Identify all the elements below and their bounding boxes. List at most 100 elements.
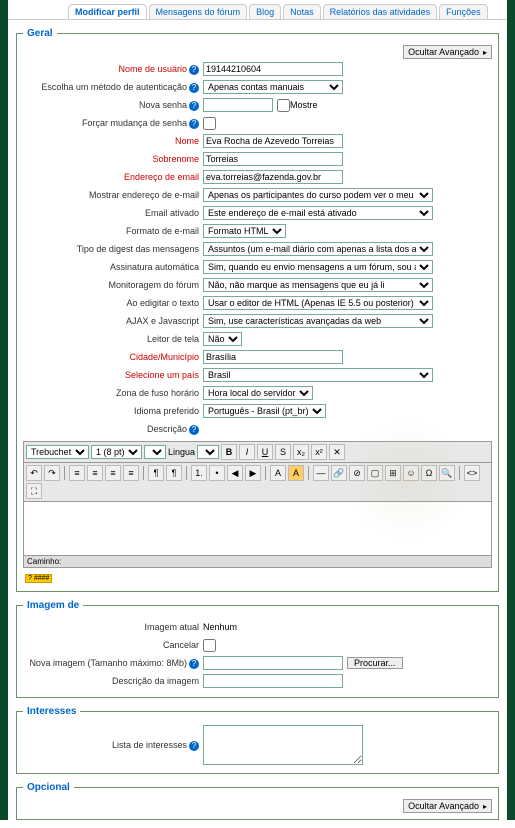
cancel-checkbox[interactable] bbox=[203, 639, 216, 652]
ajax-label: AJAX e Javascript bbox=[126, 316, 199, 326]
tab-mensagens-forum[interactable]: Mensagens do fórum bbox=[149, 4, 248, 19]
rtl-icon[interactable]: ¶ bbox=[166, 465, 182, 481]
city-input[interactable] bbox=[203, 350, 343, 364]
ajax-select[interactable]: Sim, use características avançadas da we… bbox=[203, 314, 433, 328]
textcolor-icon[interactable]: A bbox=[270, 465, 286, 481]
email-label: Endereço de email bbox=[124, 172, 199, 182]
toggle-advanced-opcional-button[interactable]: Ocultar Avançado bbox=[403, 799, 492, 813]
country-select[interactable]: Brasil bbox=[203, 368, 433, 382]
autosub-label: Assinatura automática bbox=[110, 262, 199, 272]
source-icon[interactable]: <> bbox=[464, 465, 480, 481]
lang-editor-select[interactable] bbox=[197, 445, 219, 459]
emailactive-label: Email ativado bbox=[145, 208, 199, 218]
help-icon[interactable]: ? bbox=[189, 119, 199, 129]
mostre-label: Mostre bbox=[290, 100, 318, 110]
autosub-select[interactable]: Sim, quando eu envio mensagens a um fóru… bbox=[203, 260, 433, 274]
char-icon[interactable]: Ω bbox=[421, 465, 437, 481]
emailactive-select[interactable]: Este endereço de e-mail está ativado bbox=[203, 206, 433, 220]
emailformat-label: Formato de e-mail bbox=[126, 226, 199, 236]
help-icon[interactable]: ? bbox=[189, 425, 199, 435]
screenreader-select[interactable]: Não bbox=[203, 332, 242, 346]
tab-funcoes[interactable]: Funções bbox=[439, 4, 488, 19]
bold-icon[interactable]: B bbox=[221, 444, 237, 460]
underline-icon[interactable]: U bbox=[257, 444, 273, 460]
tab-relatorios[interactable]: Relatórios das atividades bbox=[323, 4, 438, 19]
hr-icon[interactable]: — bbox=[313, 465, 329, 481]
lang-select[interactable]: Português - Brasil (pt_br) bbox=[203, 404, 326, 418]
newpass-input[interactable] bbox=[203, 98, 273, 112]
fullscreen-icon[interactable]: ⛶ bbox=[26, 483, 42, 499]
city-label: Cidade/Município bbox=[129, 352, 199, 362]
forumtrack-select[interactable]: Não, não marque as mensagens que eu já l… bbox=[203, 278, 433, 292]
showemail-select[interactable]: Apenas os participantes do curso podem v… bbox=[203, 188, 433, 202]
email-input[interactable] bbox=[203, 170, 343, 184]
align-right-icon[interactable]: ≡ bbox=[105, 465, 121, 481]
image-icon[interactable]: ▢ bbox=[367, 465, 383, 481]
emoji-icon[interactable]: ☺ bbox=[403, 465, 419, 481]
outdent-icon[interactable]: ◀ bbox=[227, 465, 243, 481]
sub-icon[interactable]: x₂ bbox=[293, 444, 309, 460]
name-input[interactable] bbox=[203, 134, 343, 148]
bgcolor-icon[interactable]: A bbox=[288, 465, 304, 481]
desc-label: Descrição bbox=[147, 424, 187, 434]
link-icon[interactable]: 🔗 bbox=[331, 465, 347, 481]
indent-icon[interactable]: ▶ bbox=[245, 465, 261, 481]
help-icon[interactable]: ? bbox=[189, 101, 199, 111]
show-pass-checkbox[interactable] bbox=[277, 99, 290, 112]
sup-icon[interactable]: x² bbox=[311, 444, 327, 460]
showemail-label: Mostrar endereço de e-mail bbox=[89, 190, 199, 200]
editor-path: Caminho: bbox=[24, 555, 491, 567]
curimg-label: Imagem atual bbox=[144, 622, 199, 632]
section-imagem: Imagem de Imagem atualNenhum Cancelar No… bbox=[16, 600, 499, 698]
redo-icon[interactable]: ↷ bbox=[44, 465, 60, 481]
timezone-select[interactable]: Hora local do servidor bbox=[203, 386, 313, 400]
editor-select[interactable]: Usar o editor de HTML (Apenas IE 5.5 ou … bbox=[203, 296, 433, 310]
emailformat-select[interactable]: Formato HTML bbox=[203, 224, 286, 238]
table-icon[interactable]: ⊞ bbox=[385, 465, 401, 481]
unlink-icon[interactable]: ⊘ bbox=[349, 465, 365, 481]
newpass-label: Nova senha bbox=[139, 100, 187, 110]
help-icon[interactable]: ? bbox=[189, 741, 199, 751]
country-label: Selecione um país bbox=[125, 370, 199, 380]
ul-icon[interactable]: • bbox=[209, 465, 225, 481]
toggle-advanced-button[interactable]: Ocultar Avançado bbox=[403, 45, 492, 59]
newimg-label: Nova imagem (Tamanho máximo: 8Mb) bbox=[29, 658, 187, 668]
legend-interesses: Interesses bbox=[23, 706, 80, 717]
forcepass-label: Forçar mudança de senha bbox=[82, 118, 187, 128]
undo-icon[interactable]: ↶ bbox=[26, 465, 42, 481]
ol-icon[interactable]: 1. bbox=[191, 465, 207, 481]
section-interesses: Interesses Lista de interesses? bbox=[16, 706, 499, 774]
newimg-input[interactable] bbox=[203, 656, 343, 670]
font-select[interactable]: Trebuchet bbox=[26, 445, 89, 459]
name-label: Nome bbox=[175, 136, 199, 146]
clean-icon[interactable]: ✕ bbox=[329, 444, 345, 460]
lang-label: Idioma preferido bbox=[134, 406, 199, 416]
digest-label: Tipo de digest das mensagens bbox=[77, 244, 199, 254]
fontsize-select[interactable]: 1 (8 pt) bbox=[91, 445, 142, 459]
italic-icon[interactable]: I bbox=[239, 444, 255, 460]
help-icon[interactable]: ? bbox=[189, 83, 199, 93]
description-textarea[interactable] bbox=[24, 502, 491, 552]
imgdesc-input[interactable] bbox=[203, 674, 343, 688]
digest-select[interactable]: Assuntos (um e-mail diário com apenas a … bbox=[203, 242, 433, 256]
editor-toolbar: Trebuchet 1 (8 pt) Lingua B I U S x₂ x² … bbox=[24, 442, 491, 463]
search-icon[interactable]: 🔍 bbox=[439, 465, 455, 481]
strike-icon[interactable]: S bbox=[275, 444, 291, 460]
authmethod-select[interactable]: Apenas contas manuais bbox=[203, 80, 343, 94]
align-center-icon[interactable]: ≡ bbox=[87, 465, 103, 481]
screenreader-label: Leitor de tela bbox=[147, 334, 199, 344]
tab-blog[interactable]: Blog bbox=[249, 4, 281, 19]
help-icon[interactable]: ? bbox=[189, 65, 199, 75]
browse-button[interactable]: Procurar... bbox=[347, 657, 403, 669]
tab-notas[interactable]: Notas bbox=[283, 4, 321, 19]
interests-textarea[interactable] bbox=[203, 725, 363, 765]
username-input[interactable] bbox=[203, 62, 343, 76]
tab-bar: Modificar perfil Mensagens do fórum Blog… bbox=[8, 0, 507, 20]
surname-input[interactable] bbox=[203, 152, 343, 166]
forcepass-checkbox[interactable] bbox=[203, 117, 216, 130]
tab-modificar-perfil[interactable]: Modificar perfil bbox=[68, 4, 147, 19]
heading-select[interactable] bbox=[144, 445, 166, 459]
ltr-icon[interactable]: ¶ bbox=[148, 465, 164, 481]
align-left-icon[interactable]: ≡ bbox=[69, 465, 85, 481]
align-justify-icon[interactable]: ≡ bbox=[123, 465, 139, 481]
